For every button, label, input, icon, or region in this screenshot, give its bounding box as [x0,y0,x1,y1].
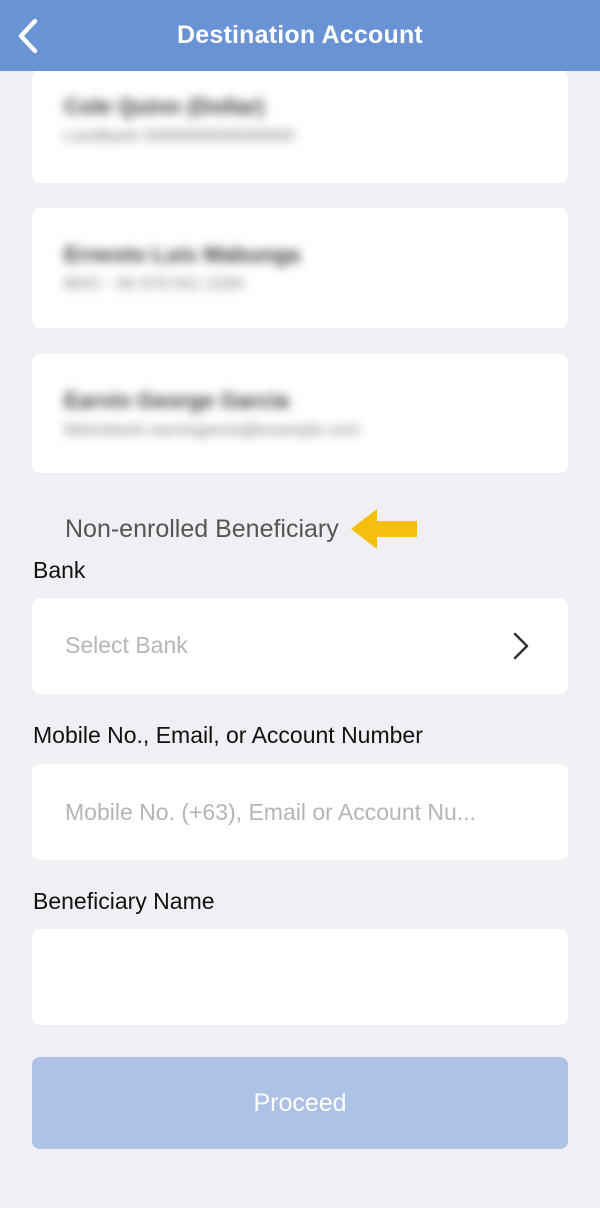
bank-label: Bank [33,557,86,583]
account-detail: BDO - 00 979 501 2200 [64,274,244,293]
account-info: Earvin George Garcia Metrobank earvingar… [64,388,360,440]
account-name: Cole Quinn (Dollar) [64,94,265,119]
bank-placeholder: Select Bank [65,632,188,658]
page-title: Destination Account [177,21,423,49]
account-info: Ernesto Luis Mabunga BDO - 00 979 501 22… [64,242,300,294]
non-enrolled-section: Non-enrolled Beneficiary [65,506,419,552]
arrow-left-icon [350,509,417,549]
chevron-left-icon [18,18,38,54]
enrolled-account-card[interactable]: Ernesto Luis Mabunga BDO - 00 979 501 22… [32,208,568,328]
account-number-field [32,764,568,860]
account-detail: Landbank 0000000000000000 [64,126,295,145]
account-name: Ernesto Luis Mabunga [64,242,300,267]
bank-select[interactable]: Select Bank [32,598,568,694]
account-detail: Metrobank earvingarcia@example.com [64,420,360,439]
account-name: Earvin George Garcia [64,388,289,413]
chevron-right-icon [513,632,529,660]
proceed-button[interactable]: Proceed [32,1057,568,1149]
app-header: Destination Account [0,0,600,71]
section-label: Non-enrolled Beneficiary [65,514,339,543]
beneficiary-name-input[interactable] [32,929,568,1025]
account-info: Cole Quinn (Dollar) Landbank 00000000000… [64,94,295,146]
beneficiary-name-field [32,929,568,1025]
back-button[interactable] [8,12,48,60]
account-number-input[interactable] [32,764,568,860]
account-number-label: Mobile No., Email, or Account Number [33,722,423,748]
enrolled-account-card[interactable]: Earvin George Garcia Metrobank earvingar… [32,354,568,473]
beneficiary-name-label: Beneficiary Name [33,888,215,914]
enrolled-account-card[interactable]: Cole Quinn (Dollar) Landbank 00000000000… [32,70,568,183]
